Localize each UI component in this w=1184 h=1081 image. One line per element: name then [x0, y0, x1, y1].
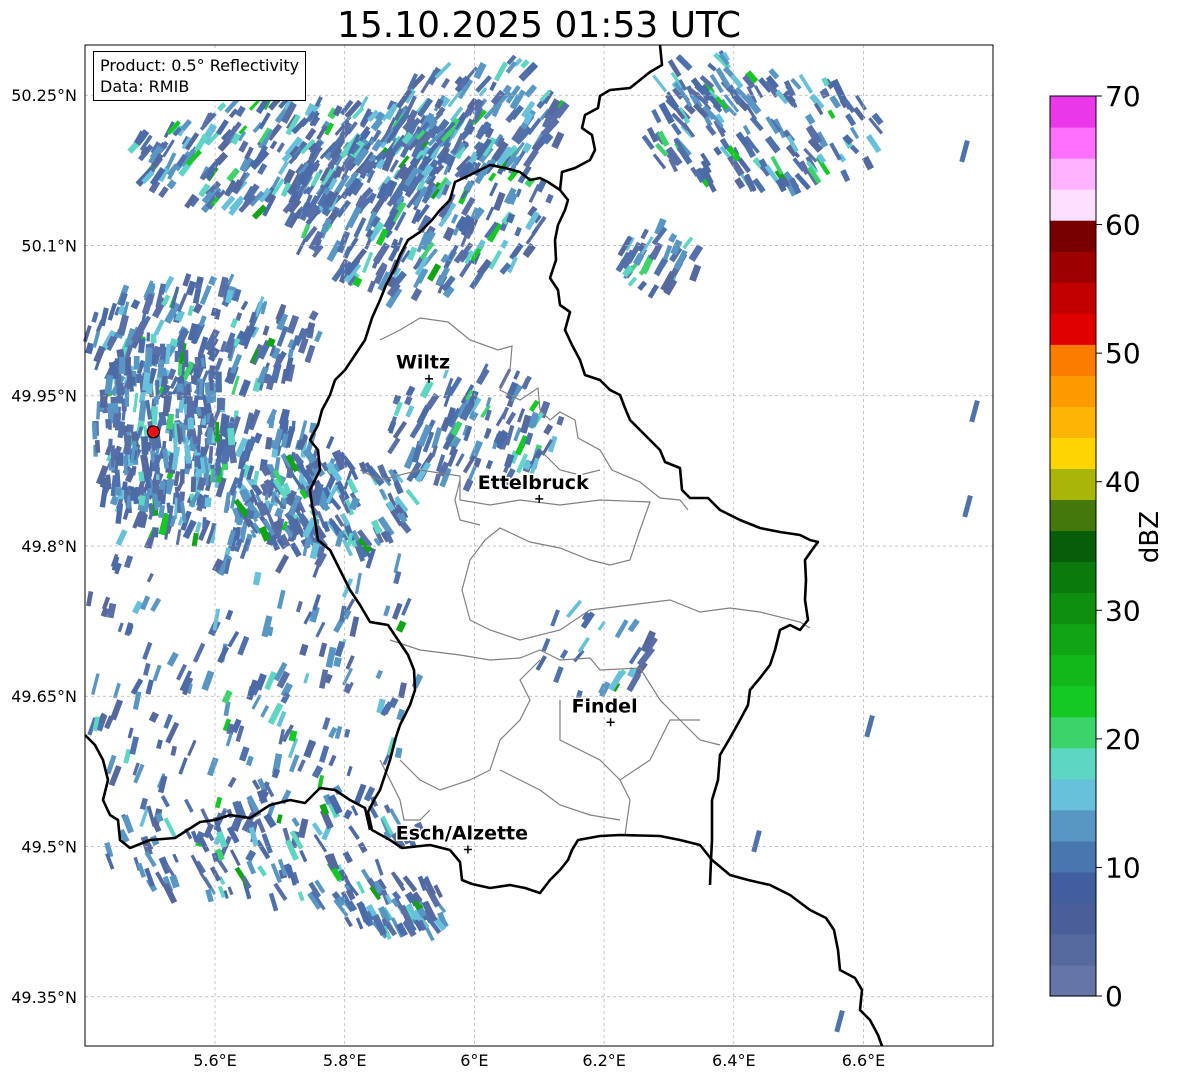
data-source-line: Data: RMIB [100, 77, 190, 96]
colorbar-segment [1050, 251, 1096, 283]
colorbar-label: dBZ [1135, 510, 1165, 564]
echo-cell [107, 438, 113, 449]
lat-tick-label: 49.35°N [11, 988, 77, 1007]
colorbar-segment [1050, 685, 1096, 718]
lon-tick-label: 6.6°E [842, 1051, 886, 1070]
colorbar-segment [1050, 375, 1096, 407]
lat-tick-label: 49.65°N [11, 687, 77, 706]
echo-cell [114, 487, 122, 496]
echo-cell [191, 375, 196, 384]
echo-cell [140, 480, 145, 495]
echo-cell [173, 446, 180, 456]
colorbar-segment [1050, 623, 1096, 656]
echo-cell [190, 476, 197, 493]
colorbar-segment [1050, 96, 1096, 128]
echo-cell [215, 371, 222, 393]
echo-cell [183, 349, 189, 368]
echo-cell [179, 469, 185, 484]
radar-map: Wiltz Ettelbruck Findel Esch/Alzette 5.6°E 5… [11, 44, 1141, 1070]
colorbar-tick-label: 70 [1105, 80, 1141, 113]
echo-cell [186, 396, 193, 417]
lon-tick-label: 6°E [460, 1051, 488, 1070]
colorbar-tick-label: 30 [1105, 594, 1141, 627]
colorbar-segment [1050, 499, 1096, 532]
colorbar-segment [1050, 189, 1096, 221]
product-line: Product: 0.5° Reflectivity [100, 56, 300, 75]
colorbar-segment [1050, 561, 1096, 594]
echo-cell [215, 458, 221, 476]
lon-tick-label: 6.2°E [582, 1051, 626, 1070]
colorbar-segment [1050, 809, 1096, 842]
colorbar-tick-label: 50 [1105, 337, 1141, 370]
echo-cell [227, 427, 236, 446]
colorbar-segment [1050, 902, 1096, 935]
echo-cell [105, 418, 112, 429]
echo-cell [193, 368, 200, 377]
echo-cell [141, 436, 149, 455]
lon-tick-label: 5.6°E [193, 1051, 237, 1070]
echo-cell [177, 341, 185, 352]
echo-cell [153, 396, 159, 405]
colorbar-segment [1050, 933, 1096, 966]
radar-site-icon [146, 425, 160, 439]
echo-cell [157, 489, 164, 501]
radar-site-marker [146, 425, 160, 439]
colorbar-segment [1050, 840, 1096, 873]
echo-cell [187, 417, 195, 430]
echo-cell [221, 451, 228, 464]
city-label: Findel [572, 695, 638, 717]
colorbar-tick-label: 0 [1105, 980, 1123, 1013]
echo-cell [130, 376, 136, 386]
colorbar-segment [1050, 716, 1096, 749]
lat-tick-label: 50.1°N [21, 236, 77, 255]
colorbar-segment [1050, 406, 1096, 438]
lon-tick-label: 6.4°E [712, 1051, 756, 1070]
colorbar-tick-label: 40 [1105, 466, 1141, 499]
echo-cell [143, 362, 151, 374]
echo-cell [150, 333, 157, 344]
lat-tick-label: 50.25°N [11, 86, 77, 105]
colorbar-tick-label: 10 [1105, 851, 1141, 884]
echo-cell [133, 356, 140, 370]
colorbar-tick-label: 20 [1105, 723, 1141, 756]
city-label: Esch/Alzette [396, 823, 528, 845]
colorbar-segment [1050, 964, 1096, 997]
colorbar-segment [1050, 282, 1096, 314]
lon-tick-label: 5.8°E [323, 1051, 367, 1070]
echo-cell [123, 435, 132, 455]
colorbar-segment [1050, 220, 1096, 252]
colorbar-segment [1050, 313, 1096, 345]
lat-tick-label: 49.95°N [11, 387, 77, 406]
colorbar-segment [1050, 437, 1096, 470]
colorbar-segment [1050, 654, 1096, 687]
city-label: Ettelbruck [478, 472, 589, 494]
echo-cell [204, 497, 212, 508]
lat-tick-label: 49.5°N [21, 838, 77, 857]
echo-cell [91, 422, 98, 440]
colorbar-segment [1050, 158, 1096, 190]
colorbar-segment [1050, 592, 1096, 625]
lat-tick-label: 49.8°N [21, 537, 77, 556]
product-info-box: Product: 0.5° Reflectivity Data: RMIB [93, 51, 307, 101]
echo-cell [175, 408, 180, 419]
colorbar: 0 10 20 30 40 50 60 70 [1049, 80, 1141, 1013]
echo-cell [146, 332, 150, 342]
colorbar-tick-label: 60 [1105, 209, 1141, 242]
echo-cell [94, 439, 101, 453]
colorbar-segment [1050, 127, 1096, 159]
colorbar-segment [1050, 747, 1096, 780]
echo-cell [112, 402, 119, 414]
echo-cell [116, 382, 124, 404]
echo-cell [124, 387, 130, 407]
colorbar-segment [1050, 778, 1096, 811]
colorbar-segment [1050, 344, 1096, 376]
city-label: Wiltz [396, 352, 450, 374]
echo-cell [119, 356, 126, 374]
colorbar-segment [1050, 530, 1096, 563]
colorbar-segment [1050, 871, 1096, 904]
colorbar-segment [1050, 468, 1096, 501]
echo-cell [150, 450, 156, 461]
